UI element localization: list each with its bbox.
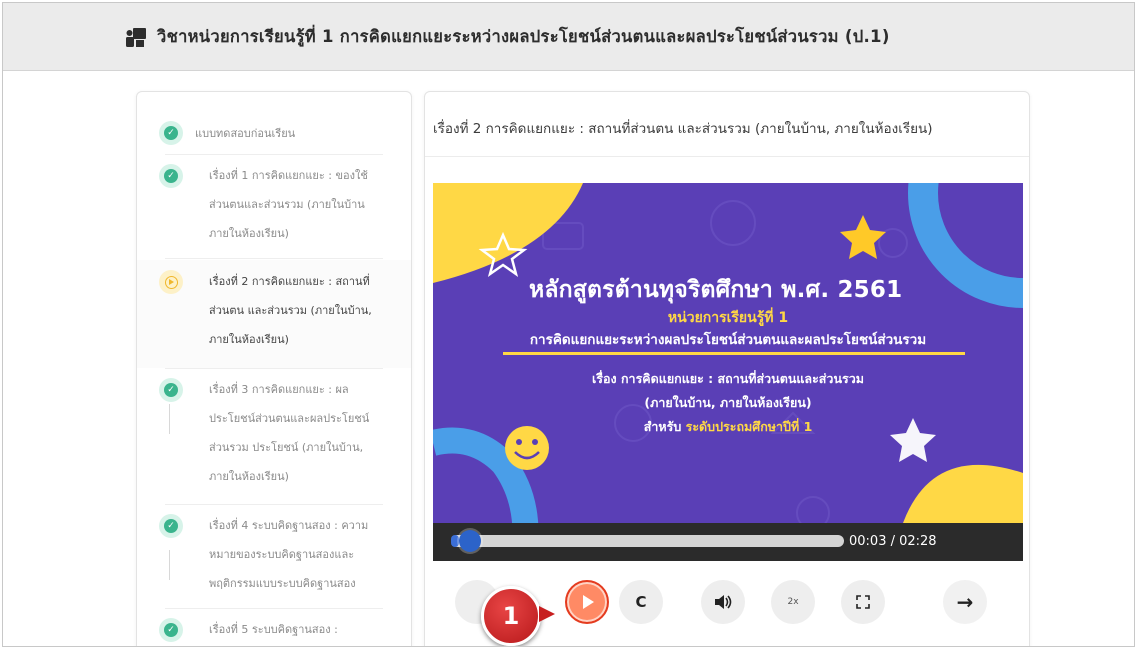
sidebar-item-label-line: เรื่องที่ 3 การคิดแยกแยะ : ผล bbox=[209, 383, 349, 396]
replay-button[interactable]: C bbox=[619, 580, 663, 624]
app-window: วิชาหน่วยการเรียนรู้ที่ 1 การคิดแยกแยะระ… bbox=[2, 2, 1135, 647]
video-player[interactable]: หลักสูตรต้านทุจริตศึกษา พ.ศ. 2561 หน่วยก… bbox=[433, 183, 1023, 561]
volume-icon bbox=[715, 595, 732, 609]
play-button[interactable] bbox=[565, 580, 609, 624]
fullscreen-button[interactable] bbox=[841, 580, 885, 624]
seek-track[interactable] bbox=[451, 530, 844, 552]
divider bbox=[165, 608, 383, 609]
slide-level-value: ระดับประถมศึกษาปีที่ 1 bbox=[685, 419, 813, 434]
slide-topic-line: เรื่อง การคิดแยกแยะ : สถานที่ส่วนตนและส่… bbox=[592, 371, 864, 386]
lesson-panel: เรื่องที่ 2 การคิดแยกแยะ : สถานที่ส่วนตน… bbox=[424, 91, 1030, 646]
step-number: 1 bbox=[502, 602, 520, 630]
divider bbox=[425, 156, 1029, 157]
slide-level-prefix: สำหรับ bbox=[643, 419, 682, 434]
speed-button[interactable]: 2x bbox=[771, 580, 815, 624]
completed-check-icon: ✓ bbox=[159, 618, 183, 642]
sidebar-item-label-line: ส่วนตนและส่วนรวม (ภายในบ้าน bbox=[209, 198, 365, 211]
seek-bar[interactable]: 00:03 / 02:28 bbox=[433, 523, 1023, 561]
fullscreen-icon bbox=[856, 595, 870, 609]
slide-title: หลักสูตรต้านทุจริตศึกษา พ.ศ. 2561 bbox=[529, 277, 903, 303]
sidebar-item-label-line: ภายในห้องเรียน) bbox=[209, 470, 289, 483]
sidebar-item-label-line: ภายในห้องเรียน) bbox=[209, 333, 289, 346]
course-header: วิชาหน่วยการเรียนรู้ที่ 1 การคิดแยกแยะระ… bbox=[3, 3, 1134, 71]
sidebar-item-label-line: ส่วนตน และส่วนรวม (ภายในบ้าน, bbox=[209, 304, 372, 317]
speed-label: 2x bbox=[787, 597, 799, 607]
sidebar-item-lesson-2[interactable]: เรื่องที่ 2 การคิดแยกแยะ : สถานที่ ส่วนต… bbox=[137, 260, 411, 368]
sidebar-item-pretest[interactable]: ✓ แบบทดสอบก่อนเรียน bbox=[137, 112, 411, 156]
divider bbox=[165, 368, 383, 369]
play-circle-icon bbox=[159, 270, 183, 294]
divider bbox=[165, 504, 383, 505]
sidebar-item-lesson-5[interactable]: ✓ เรื่องที่ 5 ระบบคิดฐานสอง : bbox=[137, 612, 411, 646]
sidebar-item-label-line: ประโยชน์ส่วนตนและผลประโยชน์ bbox=[209, 412, 370, 425]
seek-progress bbox=[451, 535, 459, 547]
slide-topic-line: (ภายในบ้าน, ภายในห้องเรียน) bbox=[644, 395, 812, 410]
sidebar-item-lesson-1[interactable]: ✓ เรื่องที่ 1 การคิดแยกแยะ : ของใช้ ส่วน… bbox=[137, 158, 411, 258]
next-button[interactable]: → bbox=[943, 580, 987, 624]
sidebar-item-label-line: เรื่องที่ 1 การคิดแยกแยะ : ของใช้ bbox=[209, 169, 368, 182]
lesson-title: เรื่องที่ 2 การคิดแยกแยะ : สถานที่ส่วนตน… bbox=[433, 121, 933, 137]
slide-unit: หน่วยการเรียนรู้ที่ 1 bbox=[667, 310, 789, 326]
lesson-sidebar[interactable]: ✓ แบบทดสอบก่อนเรียน ✓ เรื่องที่ 1 การคิด… bbox=[136, 91, 412, 646]
callout-pointer-arrow bbox=[539, 606, 555, 622]
slide-level: สำหรับ ระดับประถมศึกษาปีที่ 1 bbox=[433, 417, 1023, 437]
sidebar-item-label-line: หมายของระบบคิดฐานสองและ bbox=[209, 548, 355, 561]
completed-check-icon: ✓ bbox=[159, 121, 183, 145]
seek-handle[interactable] bbox=[458, 530, 481, 552]
divider bbox=[165, 154, 383, 155]
sidebar-item-label-line: เรื่องที่ 4 ระบบคิดฐานสอง : ความ bbox=[209, 519, 369, 532]
slide-underline bbox=[503, 352, 965, 355]
sidebar-item-label-line: ภายในห้องเรียน) bbox=[209, 227, 289, 240]
divider bbox=[165, 258, 383, 259]
arrow-right-icon: → bbox=[956, 590, 974, 614]
playback-time: 00:03 / 02:28 bbox=[849, 534, 937, 549]
sidebar-item-label: แบบทดสอบก่อนเรียน bbox=[195, 127, 296, 140]
completed-check-icon: ✓ bbox=[159, 378, 183, 402]
teacher-board-icon bbox=[125, 26, 147, 48]
sidebar-item-lesson-3[interactable]: ✓ เรื่องที่ 3 การคิดแยกแยะ : ผล ประโยชน์… bbox=[137, 372, 411, 504]
slide-subtitle: การคิดแยกแยะระหว่างผลประโยชน์ส่วนตนและผล… bbox=[529, 332, 927, 348]
completed-check-icon: ✓ bbox=[159, 164, 183, 188]
sidebar-item-lesson-4[interactable]: ✓ เรื่องที่ 4 ระบบคิดฐานสอง : ความ หมายข… bbox=[137, 508, 411, 608]
completed-check-icon: ✓ bbox=[159, 514, 183, 538]
reload-icon: C bbox=[635, 593, 647, 611]
step-callout-badge: 1 bbox=[481, 586, 541, 646]
sidebar-item-label-line: เรื่องที่ 2 การคิดแยกแยะ : สถานที่ bbox=[209, 275, 370, 288]
sidebar-item-label-line: พฤติกรรมแบบระบบคิดฐานสอง bbox=[209, 577, 356, 590]
sidebar-item-label-line: เรื่องที่ 5 ระบบคิดฐานสอง : bbox=[209, 623, 338, 636]
volume-button[interactable] bbox=[701, 580, 745, 624]
sidebar-item-label-line: ส่วนรวม ประโยชน์ (ภายในบ้าน, bbox=[209, 441, 364, 454]
course-title: วิชาหน่วยการเรียนรู้ที่ 1 การคิดแยกแยะระ… bbox=[157, 26, 890, 46]
